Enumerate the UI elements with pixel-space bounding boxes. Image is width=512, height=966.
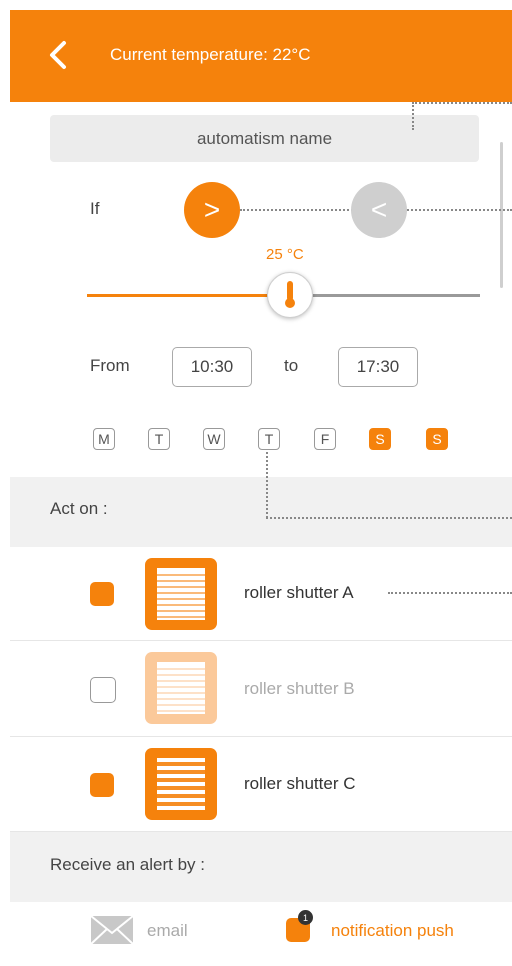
act-on-title: Act on : (50, 499, 108, 518)
list-item-shutter-c[interactable]: roller shutter C (10, 737, 512, 832)
list-item-shutter-a[interactable]: roller shutter A (10, 548, 512, 641)
roller-shutter-icon (145, 558, 217, 630)
scrollbar[interactable] (500, 142, 503, 288)
annotation-line (388, 592, 512, 594)
email-option-label[interactable]: email (147, 921, 188, 941)
less-than-symbol: < (370, 194, 388, 225)
to-label: to (284, 356, 299, 375)
annotation-line (266, 452, 268, 518)
push-option-label[interactable]: notification push (331, 921, 454, 941)
alert-title: Receive an alert by : (50, 855, 205, 874)
temperature-slider-thumb[interactable] (267, 272, 313, 318)
day-toggle-tuesday[interactable]: T (148, 428, 170, 450)
day-toggle-sunday[interactable]: S (426, 428, 448, 450)
roller-shutter-icon (145, 652, 217, 724)
envelope-icon[interactable] (90, 915, 134, 945)
shutter-b-label: roller shutter B (244, 679, 355, 698)
day-toggle-thursday[interactable]: T (258, 428, 280, 450)
day-toggle-friday[interactable]: F (314, 428, 336, 450)
shutter-c-label: roller shutter C (244, 774, 356, 793)
back-chevron-icon[interactable] (44, 40, 74, 70)
greater-than-button[interactable]: > (184, 182, 240, 238)
thermometer-icon (285, 281, 295, 308)
slider-track-empty[interactable] (287, 294, 480, 297)
current-temperature-title: Current temperature: 22°C (110, 45, 311, 64)
roller-shutter-icon (145, 748, 217, 820)
checkbox-shutter-c[interactable] (90, 773, 114, 797)
less-than-button[interactable]: < (351, 182, 407, 238)
day-toggle-wednesday[interactable]: W (203, 428, 225, 450)
from-label: From (90, 356, 130, 375)
notification-badge: 1 (298, 910, 313, 925)
slider-track-filled[interactable] (87, 294, 287, 297)
to-time-input[interactable]: 17:30 (338, 347, 418, 387)
checkbox-shutter-b[interactable] (90, 677, 116, 703)
day-toggle-monday[interactable]: M (93, 428, 115, 450)
checkbox-shutter-a[interactable] (90, 582, 114, 606)
from-time-input[interactable]: 10:30 (172, 347, 252, 387)
annotation-line (412, 102, 512, 104)
greater-than-symbol: > (203, 194, 221, 225)
temperature-value-label: 25 °C (266, 246, 304, 263)
automatism-name-field[interactable]: automatism name (50, 115, 479, 162)
list-item-shutter-b[interactable]: roller shutter B (10, 641, 512, 737)
day-toggle-saturday[interactable]: S (369, 428, 391, 450)
annotation-line (412, 102, 414, 130)
shutter-a-label: roller shutter A (244, 583, 354, 602)
if-label: If (90, 199, 100, 218)
annotation-line (266, 517, 512, 519)
